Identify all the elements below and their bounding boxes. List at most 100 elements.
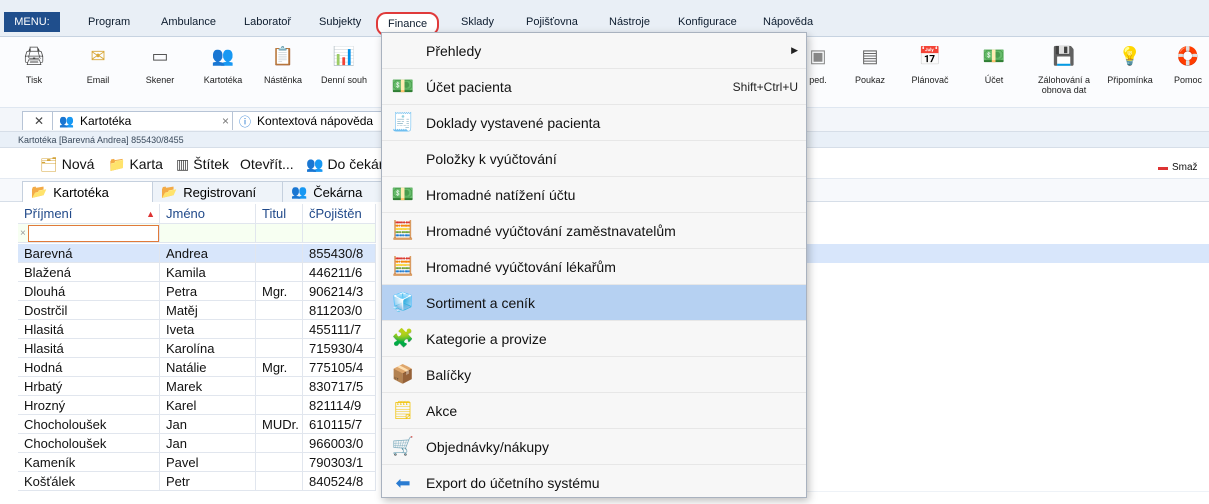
menu-item-subjekty[interactable]: Subjekty <box>313 12 367 32</box>
table-row[interactable]: Dostrčil Matěj 811203/0 <box>18 301 376 320</box>
toolbar-pripominka[interactable]: 💡 Připomínka <box>1102 43 1158 86</box>
money-icon: 💵 <box>391 76 415 96</box>
menu-export[interactable]: ⬅ Export do účetního systému <box>382 465 806 501</box>
header-prijmeni[interactable]: Příjmení ▲ <box>18 204 160 224</box>
envelope-icon: ✉ <box>90 45 106 66</box>
cell-jmeno: Matěj <box>160 301 256 320</box>
tab-cekarna[interactable]: 👥 Čekárna <box>282 181 390 202</box>
menu-polozky[interactable]: Položky k vyúčtování <box>382 141 806 177</box>
table-row[interactable]: Hlasitá Iveta 455111/7 <box>18 320 376 339</box>
menu-hromadne-zamestnavatelum[interactable]: 🧮 Hromadné vyúčtování zaměstnavatelům <box>382 213 806 249</box>
menu-sortiment-cenik[interactable]: 🧊 Sortiment a ceník <box>382 285 806 321</box>
grid-row-extension <box>806 434 1209 454</box>
tab-registrovani[interactable]: 📂 Registrovaní <box>152 181 295 202</box>
menu-ucet-pacienta[interactable]: 💵 Účet pacienta Shift+Ctrl+U <box>382 69 806 105</box>
menu-objednavky[interactable]: 🛒 Objednávky/nákupy <box>382 429 806 465</box>
toolbar-kartoteka[interactable]: 👥 Kartotéka <box>195 43 251 86</box>
table-row[interactable]: Hodná Natálie Mgr. 775105/4 <box>18 358 376 377</box>
cell-cislo-pojistence: 855430/8 <box>303 244 376 263</box>
delete-button[interactable]: ▬ Smaž <box>1158 158 1198 176</box>
table-row[interactable]: Košťálek Petr 840524/8 <box>18 472 376 491</box>
close-icon[interactable]: × <box>222 114 229 128</box>
filter-cislo-input[interactable] <box>303 224 376 243</box>
menu-item-pojistovna[interactable]: Pojišťovna <box>520 12 584 32</box>
toolbar-tisk[interactable]: 🖨 Tisk <box>6 43 62 86</box>
delete-icon: ▬ <box>1158 161 1168 173</box>
menu-akce[interactable]: 🗒 Akce <box>382 393 806 429</box>
calendar-icon: 📅 <box>918 45 942 66</box>
table-row[interactable]: Chocholoušek Jan 966003/0 <box>18 434 376 453</box>
table-row[interactable]: Hrozný Karel 821114/9 <box>18 396 376 415</box>
header-cislo-pojistence[interactable]: čPojištěn <box>303 204 376 224</box>
toolbar-planovac[interactable]: 📅 Plánovač <box>902 43 958 86</box>
filter-titul-input[interactable] <box>256 224 303 243</box>
stitek-button[interactable]: ▥ Štítek <box>176 155 229 173</box>
cell-prijmeni: Hrbatý <box>18 377 160 396</box>
menu-item-laborator[interactable]: Laboratoř <box>238 12 297 32</box>
finance-dropdown: Přehledy ▶ 💵 Účet pacienta Shift+Ctrl+U … <box>381 32 807 498</box>
export-arrow-icon: ⬅ <box>395 472 411 493</box>
table-row[interactable]: Hlasitá Karolína 715930/4 <box>18 339 376 358</box>
header-jmeno[interactable]: Jméno <box>160 204 256 224</box>
karta-button[interactable]: 📁 Karta <box>108 155 163 173</box>
cart-icon: 🛒 <box>391 436 415 456</box>
toolbar-email[interactable]: ✉ Email <box>70 43 126 86</box>
grid-row-extension <box>806 263 1209 283</box>
folder-icon: 📂 <box>31 184 48 199</box>
menu-item-program[interactable]: Program <box>82 12 136 32</box>
table-row[interactable]: Dlouhá Petra Mgr. 906214/3 <box>18 282 376 301</box>
toolbar-pomoc[interactable]: 🛟 Pomoc <box>1160 43 1209 86</box>
tab-kartoteka[interactable]: 👥 Kartotéka × <box>52 111 236 130</box>
filter-row: × <box>18 224 376 243</box>
do-cekarny-button[interactable]: 👥 Do čekár <box>306 155 383 173</box>
grid-row-extension <box>806 320 1209 340</box>
folder-icon: 📁 <box>108 155 126 172</box>
cell-cislo-pojistence: 821114/9 <box>303 396 376 415</box>
menu-item-ambulance[interactable]: Ambulance <box>155 12 222 32</box>
tab-kontextova-napoveda[interactable]: ⓘ Kontextová nápověda <box>232 111 386 130</box>
menu-item-sklady[interactable]: Sklady <box>455 12 500 32</box>
toolbar-ucet[interactable]: 💵 Účet <box>966 43 1022 86</box>
toolbar-zalohovani[interactable]: 💾 Zálohování a obnova dat <box>1030 43 1098 96</box>
cell-jmeno: Pavel <box>160 453 256 472</box>
cell-jmeno: Karel <box>160 396 256 415</box>
cell-jmeno: Kamila <box>160 263 256 282</box>
new-button[interactable]: 🗂 Nová <box>40 155 94 173</box>
main-menu-button[interactable]: MENU: <box>4 12 60 32</box>
filter-jmeno-input[interactable] <box>160 224 256 243</box>
toolbar-denni-souhrn[interactable]: 📊 Denní souh <box>316 43 372 86</box>
table-row[interactable]: Chocholoušek Jan MUDr. 610115/7 <box>18 415 376 434</box>
menu-hromadne-natizeni[interactable]: 💵 Hromadné natížení účtu <box>382 177 806 213</box>
menu-item-nastroje[interactable]: Nástroje <box>603 12 656 32</box>
toolbar-poukaz[interactable]: ▤ Poukaz <box>842 43 898 86</box>
menu-doklady[interactable]: 🧾 Doklady vystavené pacienta <box>382 105 806 141</box>
clear-filter-icon: × <box>20 227 26 239</box>
menu-kategorie-provize[interactable]: 🧩 Kategorie a provize <box>382 321 806 357</box>
cell-cislo-pojistence: 811203/0 <box>303 301 376 320</box>
table-row[interactable]: Hrbatý Marek 830717/5 <box>18 377 376 396</box>
filter-prijmeni-input[interactable]: × <box>18 224 160 243</box>
otevrit-button[interactable]: Otevřít... <box>240 155 294 173</box>
toolbar-skener[interactable]: ▭ Skener <box>132 43 188 86</box>
tab-kartoteka-inner[interactable]: 📂 Kartotéka <box>22 181 165 202</box>
table-row[interactable]: ▶BarevnáAndrea855430/8 <box>18 244 376 263</box>
document-icon: ▤ <box>861 45 879 66</box>
menu-prehledy[interactable]: Přehledy ▶ <box>382 33 806 69</box>
header-titul[interactable]: Titul <box>256 204 303 224</box>
cell-cislo-pojistence: 775105/4 <box>303 358 376 377</box>
menu-item-napoveda[interactable]: Nápověda <box>757 12 819 32</box>
cell-titul <box>256 396 303 415</box>
box-icon: ▣ <box>809 45 827 66</box>
menu-item-konfigurace[interactable]: Konfigurace <box>672 12 743 32</box>
table-row[interactable]: Kameník Pavel 790303/1 <box>18 453 376 472</box>
sticky-note-icon: 🗒 <box>391 400 415 420</box>
close-all-tabs-button[interactable]: ✕ <box>22 111 56 130</box>
table-row[interactable]: Blažená Kamila 446211/6 <box>18 263 376 282</box>
money-icon: 💵 <box>391 184 415 204</box>
menu-hromadne-lekarum[interactable]: 🧮 Hromadné vyúčtování lékařům <box>382 249 806 285</box>
cell-titul <box>256 377 303 396</box>
submenu-arrow-icon: ▶ <box>791 45 798 55</box>
cell-prijmeni: Barevná <box>18 244 160 263</box>
toolbar-nastenka[interactable]: 📋 Nástěnka <box>255 43 311 86</box>
menu-balicky[interactable]: 📦 Balíčky <box>382 357 806 393</box>
